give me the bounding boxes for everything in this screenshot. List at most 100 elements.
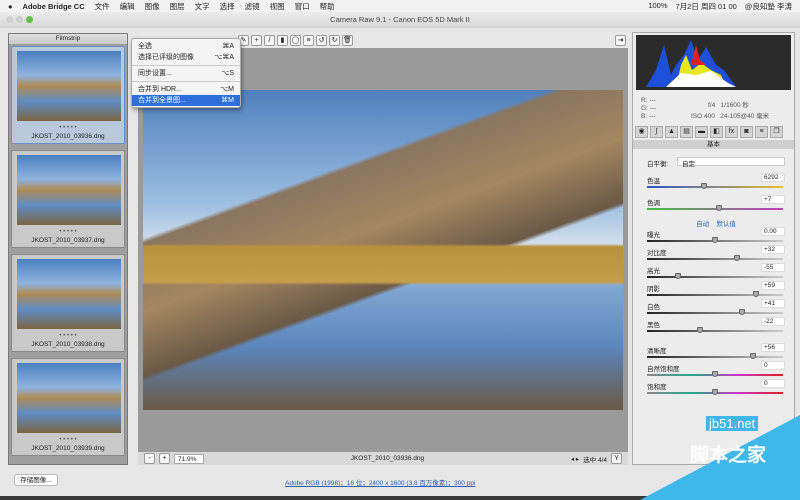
menu-window[interactable]: 窗口: [295, 1, 310, 12]
menu-item-sync-settings[interactable]: 同步设置...⌥S: [132, 68, 240, 79]
slider-track[interactable]: [647, 312, 783, 314]
slider-thumb[interactable]: [701, 183, 707, 189]
slider-value[interactable]: 0.00: [761, 227, 785, 236]
lens: 24-105@40 毫米: [720, 113, 769, 120]
default-link[interactable]: 默认值: [716, 221, 736, 228]
menu-item-select-all[interactable]: 全选⌘A: [132, 41, 240, 52]
basic-tab-icon[interactable]: ◉: [635, 126, 648, 138]
menu-view[interactable]: 视图: [270, 1, 285, 12]
camera-calibration-icon[interactable]: ◙: [740, 126, 753, 138]
slider-value[interactable]: 6292: [761, 173, 785, 182]
preferences-icon[interactable]: ≡: [303, 35, 314, 46]
zoom-level-select[interactable]: 71.9%: [174, 454, 204, 464]
hsl-icon[interactable]: ▤: [680, 126, 693, 138]
filmstrip-context-menu: 全选⌘A 选择已评级的图像⌥⌘A 同步设置...⌥S 合并到 HDR...⌥M …: [131, 38, 241, 108]
window-title: Camera Raw 9.1 - Canon EOS 5D Mark II: [0, 12, 800, 28]
slider-thumb[interactable]: [739, 309, 745, 315]
slider-track[interactable]: [647, 258, 783, 260]
apple-icon[interactable]: ●: [8, 2, 13, 11]
slider-thumb[interactable]: [750, 353, 756, 359]
slider-thumb[interactable]: [753, 291, 759, 297]
menu-file[interactable]: 文件: [95, 1, 110, 12]
radial-filter-icon[interactable]: ◯: [290, 35, 301, 46]
menu-edit[interactable]: 编辑: [120, 1, 135, 12]
menu-help[interactable]: 帮助: [320, 1, 335, 12]
filmstrip-item[interactable]: • • • • •JKOST_2010_03937.dng: [11, 150, 125, 248]
menu-item-merge-panorama[interactable]: 合并到全景图...⌘M: [132, 95, 240, 106]
slider-thumb[interactable]: [712, 237, 718, 243]
slider-track[interactable]: [647, 294, 783, 296]
trash-icon[interactable]: 🗑: [342, 35, 353, 46]
rating-stars[interactable]: • • • • •: [12, 333, 124, 339]
white-balance-select[interactable]: 自定: [677, 157, 785, 166]
slider-track[interactable]: [647, 356, 783, 358]
menu-item-select-rated[interactable]: 选择已评级的图像⌥⌘A: [132, 52, 240, 63]
app-menu[interactable]: Adobe Bridge CC: [23, 2, 85, 11]
slider-value[interactable]: +59: [761, 281, 785, 290]
rotate-left-icon[interactable]: ↺: [316, 35, 327, 46]
split-toning-icon[interactable]: ▬: [695, 126, 708, 138]
rating-stars[interactable]: • • • • •: [12, 125, 124, 131]
menu-layer[interactable]: 图层: [170, 1, 185, 12]
watermark-name: 脚本之家: [690, 440, 766, 467]
slider-label: 对比度: [647, 250, 667, 257]
graduated-filter-icon[interactable]: ▮: [277, 35, 288, 46]
fullscreen-icon[interactable]: ⇥: [615, 35, 626, 46]
slider-track[interactable]: [647, 330, 783, 332]
slider-value[interactable]: 0: [761, 379, 785, 388]
slider-row: 色温6292: [647, 175, 785, 185]
slider-value[interactable]: +32: [761, 245, 785, 254]
slider-value[interactable]: 0: [761, 361, 785, 370]
snapshots-icon[interactable]: ❐: [770, 126, 783, 138]
filmstrip-item[interactable]: • • • • •JKOST_2010_03938.dng: [11, 254, 125, 352]
slider-thumb[interactable]: [697, 327, 703, 333]
lens-icon[interactable]: ◧: [710, 126, 723, 138]
photo-preview[interactable]: [143, 90, 623, 410]
slider-thumb[interactable]: [734, 255, 740, 261]
spot-removal-icon[interactable]: +: [251, 35, 262, 46]
menu-item-merge-hdr[interactable]: 合并到 HDR...⌥M: [132, 84, 240, 95]
auto-link[interactable]: 自动: [696, 221, 709, 228]
rotate-right-icon[interactable]: ↻: [329, 35, 340, 46]
slider-track[interactable]: [647, 276, 783, 278]
filmstrip-item[interactable]: • • • • •JKOST_2010_03936.dng: [11, 46, 125, 144]
clock[interactable]: 7月2日 周四 01 00: [676, 1, 737, 12]
presets-icon[interactable]: ≡: [755, 126, 768, 138]
slider-thumb[interactable]: [712, 389, 718, 395]
menu-type[interactable]: 文字: [195, 1, 210, 12]
slider-value[interactable]: -55: [761, 263, 785, 272]
fx-icon[interactable]: fx: [725, 126, 738, 138]
slider-thumb[interactable]: [712, 371, 718, 377]
menu-bar: ● Adobe Bridge CC 文件 编辑 图像 图层 文字 选择 滤镜 视…: [0, 0, 800, 12]
menu-image[interactable]: 图像: [145, 1, 160, 12]
tone-curve-icon[interactable]: ∫: [650, 126, 663, 138]
slider-track[interactable]: [647, 186, 783, 188]
preview-filename: JKOST_2010_03936.dng: [208, 455, 567, 462]
rating-stars[interactable]: • • • • •: [12, 229, 124, 235]
slider-thumb[interactable]: [675, 273, 681, 279]
prev-next-buttons[interactable]: ◂ ▸: [571, 455, 579, 463]
save-image-button[interactable]: 存储图像...: [14, 474, 58, 486]
workflow-options-link[interactable]: Adobe RGB (1998)；16 位；2400 x 1600 (3.8 百…: [285, 477, 475, 487]
slider-thumb[interactable]: [716, 205, 722, 211]
detail-icon[interactable]: ▲: [665, 126, 678, 138]
menu-filter[interactable]: 滤镜: [245, 1, 260, 12]
filter-icon[interactable]: Y: [611, 453, 622, 464]
menu-select[interactable]: 选择: [220, 1, 235, 12]
zoom-in-button[interactable]: +: [159, 453, 170, 464]
slider-value[interactable]: +41: [761, 299, 785, 308]
watermark-site: jb51.net: [706, 416, 758, 431]
slider-value[interactable]: +56: [761, 343, 785, 352]
zoom-button[interactable]: [26, 16, 33, 23]
user-name[interactable]: @良知塾 李涛: [745, 1, 792, 12]
slider-value[interactable]: +7: [761, 195, 785, 204]
brush-icon[interactable]: /: [264, 35, 275, 46]
slider-value[interactable]: -22: [761, 317, 785, 326]
minimize-button[interactable]: [16, 16, 23, 23]
zoom-out-button[interactable]: -: [144, 453, 155, 464]
slider-label: 黑色: [647, 322, 660, 329]
filmstrip-item[interactable]: • • • • •JKOST_2010_03939.dng: [11, 358, 125, 456]
close-button[interactable]: [6, 16, 13, 23]
slider-track[interactable]: [647, 208, 783, 210]
rating-stars[interactable]: • • • • •: [12, 437, 124, 443]
